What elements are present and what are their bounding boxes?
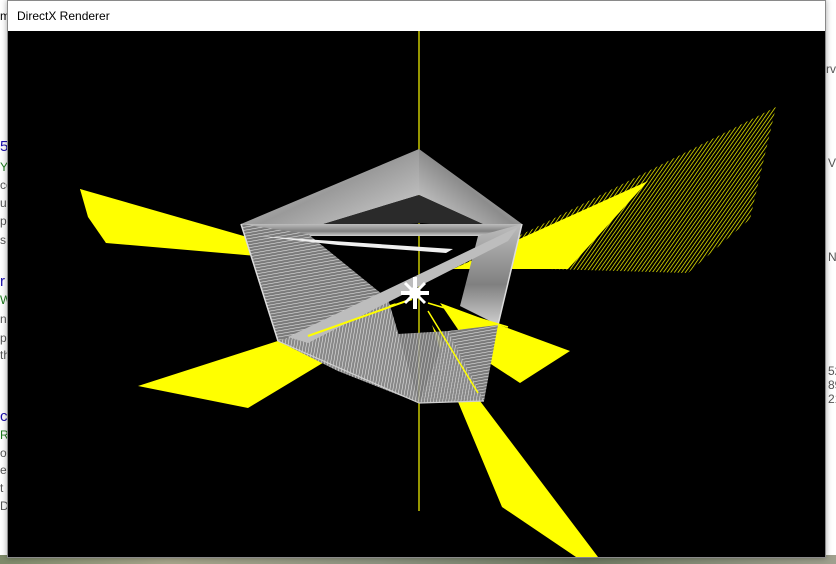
background-text-fragment: t bbox=[0, 481, 4, 495]
background-text-fragment: rv bbox=[826, 62, 836, 76]
background-text-fragment: s bbox=[0, 233, 6, 247]
render-viewport[interactable] bbox=[8, 31, 825, 557]
window-titlebar[interactable]: DirectX Renderer bbox=[8, 1, 825, 31]
background-text-fragment: 21 bbox=[828, 392, 836, 406]
background-text-fragment: p bbox=[0, 331, 7, 345]
prism-right-face bbox=[460, 224, 522, 325]
background-text-fragment: N bbox=[828, 250, 836, 264]
directx-renderer-window[interactable]: DirectX Renderer bbox=[7, 0, 826, 558]
window-title: DirectX Renderer bbox=[17, 9, 110, 23]
3d-scene bbox=[80, 31, 776, 557]
background-text-fragment: u bbox=[0, 196, 7, 210]
background-text-fragment: e bbox=[0, 463, 7, 477]
background-text-fragment: 52 bbox=[828, 364, 836, 378]
background-text-fragment: V bbox=[828, 156, 836, 170]
background-text-fragment: o bbox=[0, 446, 7, 460]
background-text-fragment: r bbox=[0, 273, 5, 290]
background-text-fragment: 89 bbox=[828, 378, 836, 392]
